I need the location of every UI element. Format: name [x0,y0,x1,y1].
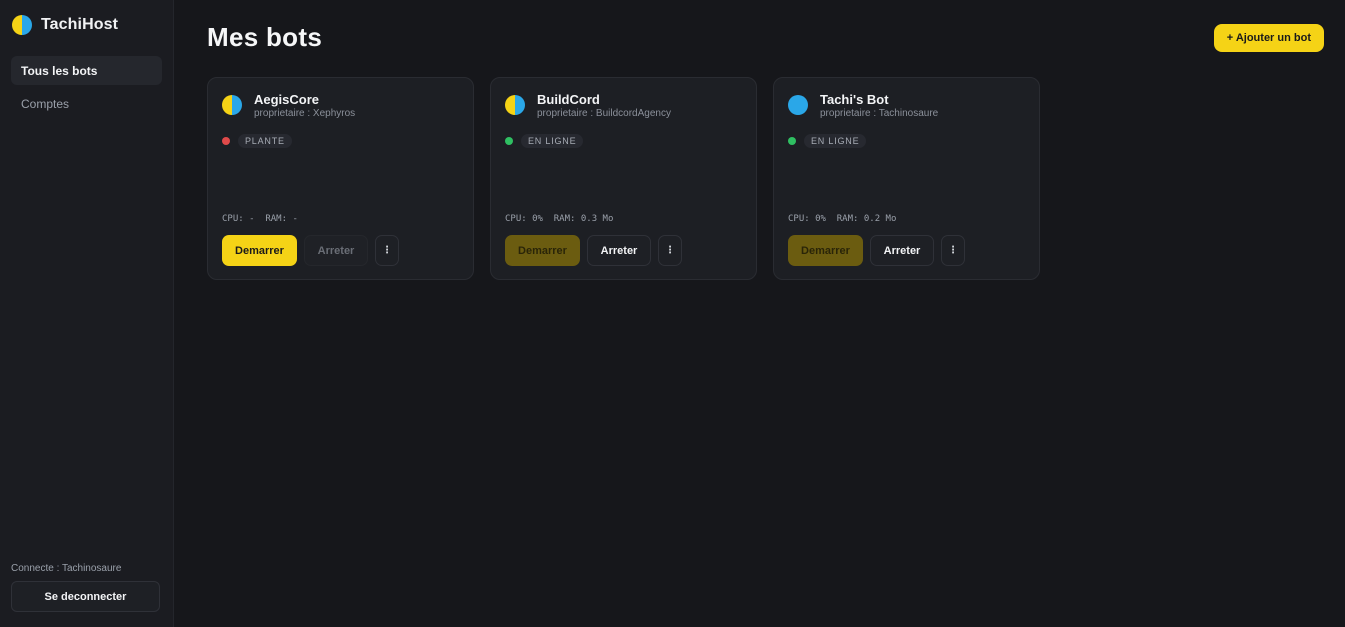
bot-name: BuildCord [537,92,600,107]
start-button[interactable]: Demarrer [788,235,863,266]
bot-card: BuildCord proprietaire : BuildcordAgency… [490,77,757,280]
bot-name: AegisCore [254,92,320,107]
status-dot-icon [788,137,796,145]
status-row: EN LIGNE [788,134,1025,148]
main-content: Mes bots + Ajouter un bot AegisCore prop… [174,0,1345,627]
bot-metrics: CPU: 0% RAM: 0.3 Mo [505,214,614,224]
bot-card-header: BuildCord proprietaire : BuildcordAgency [505,92,742,120]
connected-user: Connecte : Tachinosaure [11,563,122,574]
status-dot-icon [222,137,230,145]
sidebar-nav: Tous les bots Comptes [11,56,162,118]
more-options-icon[interactable]: ⋮ [658,235,682,266]
logo-icon [12,15,32,35]
sidebar-item-accounts[interactable]: Comptes [11,89,162,118]
stop-button[interactable]: Arreter [870,235,934,266]
status-dot-icon [505,137,513,145]
bot-actions: Demarrer Arreter ⋮ [222,235,399,266]
status-badge: EN LIGNE [804,134,867,148]
bot-owner: proprietaire : BuildcordAgency [537,108,671,119]
app: TachiHost Tous les bots Comptes Connecte… [0,0,1345,627]
page-title: Mes bots [207,22,323,52]
sidebar-footer: Connecte : Tachinosaure Se deconnecter [11,563,160,612]
bot-card-header: Tachi's Bot proprietaire : Tachinosaure [788,92,1025,120]
more-options-icon[interactable]: ⋮ [941,235,965,266]
sidebar-item-label: Tous les bots [21,63,98,78]
more-options-icon[interactable]: ⋮ [375,235,399,266]
start-button[interactable]: Demarrer [505,235,580,266]
brand: TachiHost [11,0,162,50]
bot-cards: AegisCore proprietaire : Xephyros PLANTE… [207,77,1040,280]
status-row: PLANTE [222,134,459,148]
bot-owner: proprietaire : Xephyros [254,108,356,119]
bot-avatar-icon [505,95,525,115]
bot-avatar-icon [222,95,242,115]
bot-avatar-icon [788,95,808,115]
sidebar: TachiHost Tous les bots Comptes Connecte… [0,0,174,627]
status-badge: EN LIGNE [521,134,584,148]
start-button[interactable]: Demarrer [222,235,297,266]
bot-card: Tachi's Bot proprietaire : Tachinosaure … [773,77,1040,280]
bot-metrics: CPU: 0% RAM: 0.2 Mo [788,214,897,224]
bot-actions: Demarrer Arreter ⋮ [788,235,965,266]
brand-name: TachiHost [41,16,119,33]
logout-button[interactable]: Se deconnecter [11,581,160,612]
stop-button[interactable]: Arreter [587,235,651,266]
bot-metrics: CPU: - RAM: - [222,214,298,224]
bot-actions: Demarrer Arreter ⋮ [505,235,682,266]
status-badge: PLANTE [238,134,292,148]
bot-card: AegisCore proprietaire : Xephyros PLANTE… [207,77,474,280]
sidebar-item-all-bots[interactable]: Tous les bots [11,56,162,85]
bot-name: Tachi's Bot [820,92,889,107]
stop-button[interactable]: Arreter [304,235,368,266]
bot-owner: proprietaire : Tachinosaure [820,108,939,119]
sidebar-item-label: Comptes [21,96,70,111]
add-bot-button[interactable]: + Ajouter un bot [1213,24,1324,52]
bot-card-header: AegisCore proprietaire : Xephyros [222,92,459,120]
status-row: EN LIGNE [505,134,742,148]
